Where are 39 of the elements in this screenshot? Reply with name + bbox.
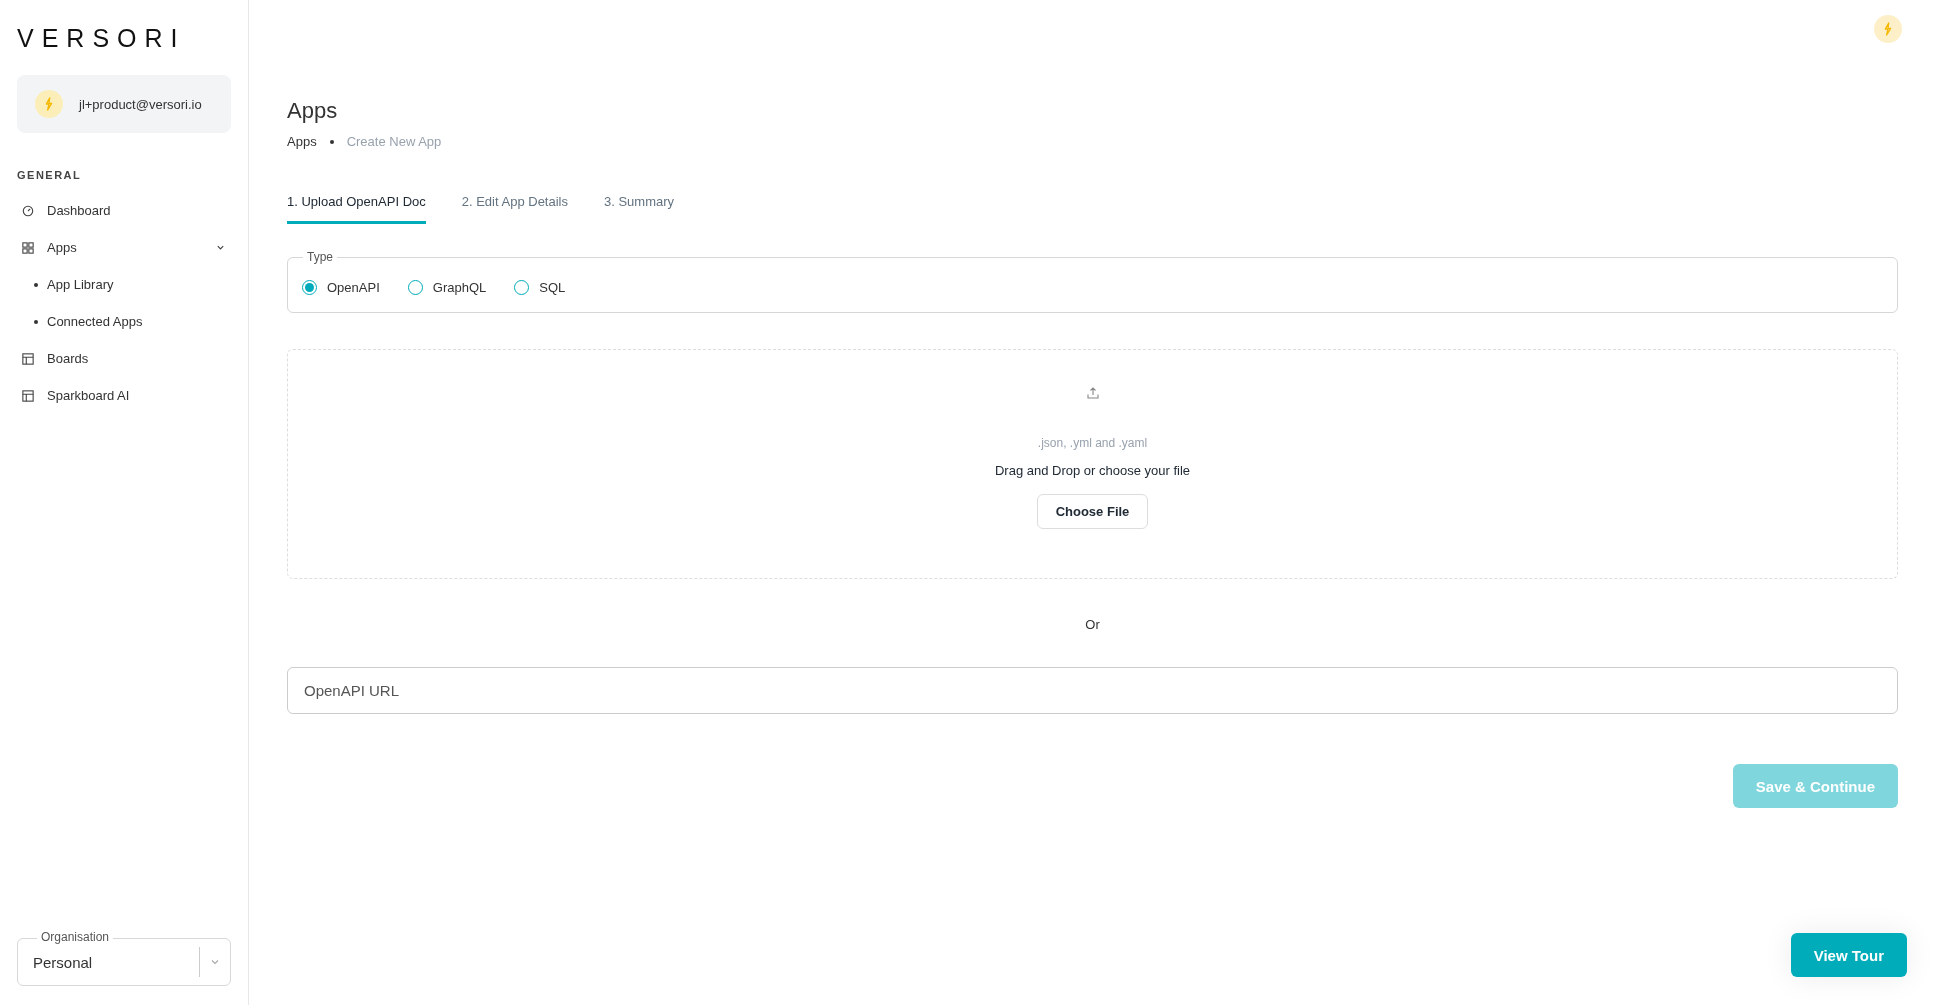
url-input-field[interactable]: OpenAPI URL [287, 667, 1898, 714]
user-email: jl+product@versori.io [79, 96, 202, 112]
user-card[interactable]: jl+product@versori.io [17, 75, 231, 133]
breadcrumb-item: Create New App [346, 134, 442, 149]
group-legend: Type [303, 250, 337, 264]
field-label: Organisation [37, 930, 114, 945]
nav-item[interactable]: Apps [17, 229, 231, 266]
step-tab[interactable]: 3. Summary [604, 194, 675, 224]
bolt-icon [35, 90, 63, 118]
chevron-icon[interactable] [216, 243, 225, 252]
radio-label[interactable]: GraphQL [432, 279, 487, 295]
gauge-icon [22, 204, 34, 217]
chevron-icon [210, 957, 220, 967]
board-icon [22, 389, 34, 402]
nav-item[interactable]: Boards [17, 340, 231, 377]
bolt-icon[interactable] [1874, 15, 1902, 43]
logo: VERSORI [17, 24, 186, 53]
step-tab[interactable]: 1. Upload OpenAPI Doc [287, 194, 426, 224]
board-icon [22, 352, 34, 365]
grid-icon [22, 241, 34, 254]
choose-file-button[interactable]: Choose File [1036, 494, 1149, 529]
file-drop-zone[interactable]: .json, .yml and .yaml Drag and Drop or choose your file Choose File [287, 349, 1898, 579]
radio-label[interactable]: SQL [539, 279, 566, 295]
drop-prompt: Drag and Drop or choose your file [994, 463, 1191, 478]
separator-icon [329, 139, 334, 144]
nav-item[interactable]: Dashboard [17, 192, 231, 229]
radio-label[interactable]: OpenAPI [327, 279, 380, 295]
nav-subitem[interactable]: App Library [17, 266, 231, 303]
breadcrumb-item[interactable]: Apps [287, 134, 317, 149]
upload-icon [1085, 386, 1100, 400]
bullet-icon [34, 282, 38, 287]
nav-item[interactable]: Sparkboard AI [17, 377, 231, 414]
nav-subitem[interactable]: Connected Apps [17, 303, 231, 340]
file-formats: .json, .yml and .yaml [1037, 436, 1148, 450]
section-heading: GENERAL [17, 169, 83, 181]
step-tab[interactable]: 2. Edit App Details [461, 194, 568, 224]
bullet-icon [34, 319, 38, 324]
page-title: Apps [287, 98, 339, 124]
or-separator: Or [1084, 617, 1101, 632]
